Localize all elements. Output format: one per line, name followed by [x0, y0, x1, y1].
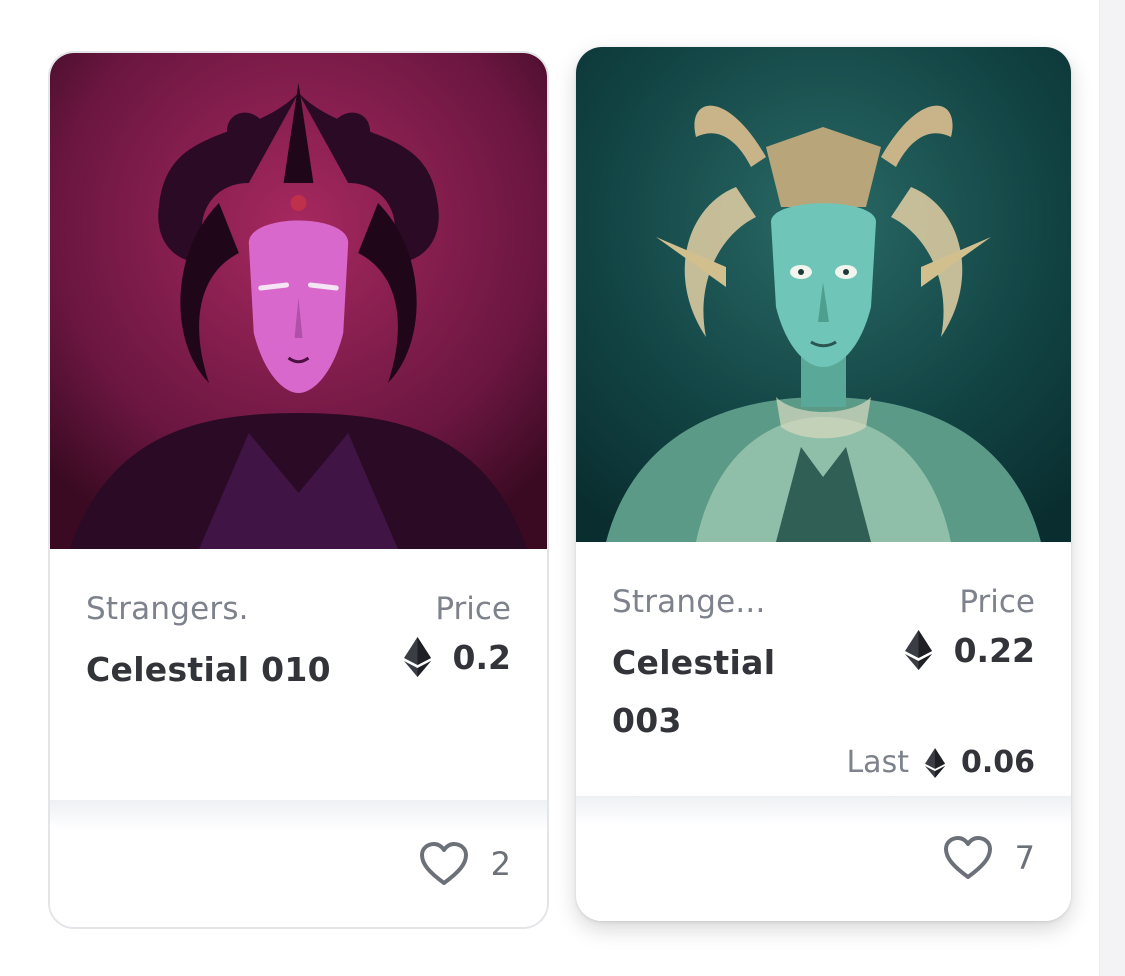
nft-card-info: Strangers. Celestial 010 Price 0.2 [50, 549, 547, 802]
like-button[interactable]: 7 [943, 835, 1035, 881]
last-sale-row: Last 0.06 [846, 745, 1035, 780]
price-value-row: 0.2 [403, 637, 511, 677]
heart-icon[interactable] [943, 835, 993, 881]
nft-card-info: Strange... Celestial 003 Price 0.22 Last [576, 542, 1071, 796]
ethereum-icon [403, 637, 431, 677]
collection-name[interactable]: Strange... [612, 584, 766, 620]
nft-artwork[interactable] [576, 47, 1071, 542]
nft-artwork[interactable] [50, 53, 547, 549]
nft-card-celestial-003[interactable]: Strange... Celestial 003 Price 0.22 Last [576, 47, 1071, 921]
ethereum-icon [904, 630, 932, 670]
last-sale-value: 0.06 [960, 745, 1035, 780]
price-label: Price [435, 591, 511, 627]
heart-icon[interactable] [419, 841, 469, 887]
nft-grid: Strangers. Celestial 010 Price 0.2 2 Str… [0, 0, 1125, 976]
nft-name[interactable]: Celestial 010 [86, 641, 331, 699]
nft-card-celestial-010[interactable]: Strangers. Celestial 010 Price 0.2 2 [48, 51, 549, 929]
vertical-scrollbar[interactable] [1099, 0, 1125, 976]
nft-card-footer: 7 [576, 796, 1071, 921]
collection-name[interactable]: Strangers. [86, 591, 249, 627]
price-value: 0.22 [953, 630, 1035, 670]
like-count: 2 [490, 845, 511, 883]
nft-name[interactable]: Celestial 003 [612, 634, 802, 750]
like-count: 7 [1014, 839, 1035, 877]
price-label: Price [959, 584, 1035, 620]
price-value-row: 0.22 [904, 630, 1035, 670]
like-button[interactable]: 2 [419, 841, 511, 887]
last-sale-label: Last [846, 745, 909, 780]
price-value: 0.2 [452, 637, 511, 677]
nft-card-footer: 2 [50, 800, 547, 927]
ethereum-icon [924, 747, 945, 778]
